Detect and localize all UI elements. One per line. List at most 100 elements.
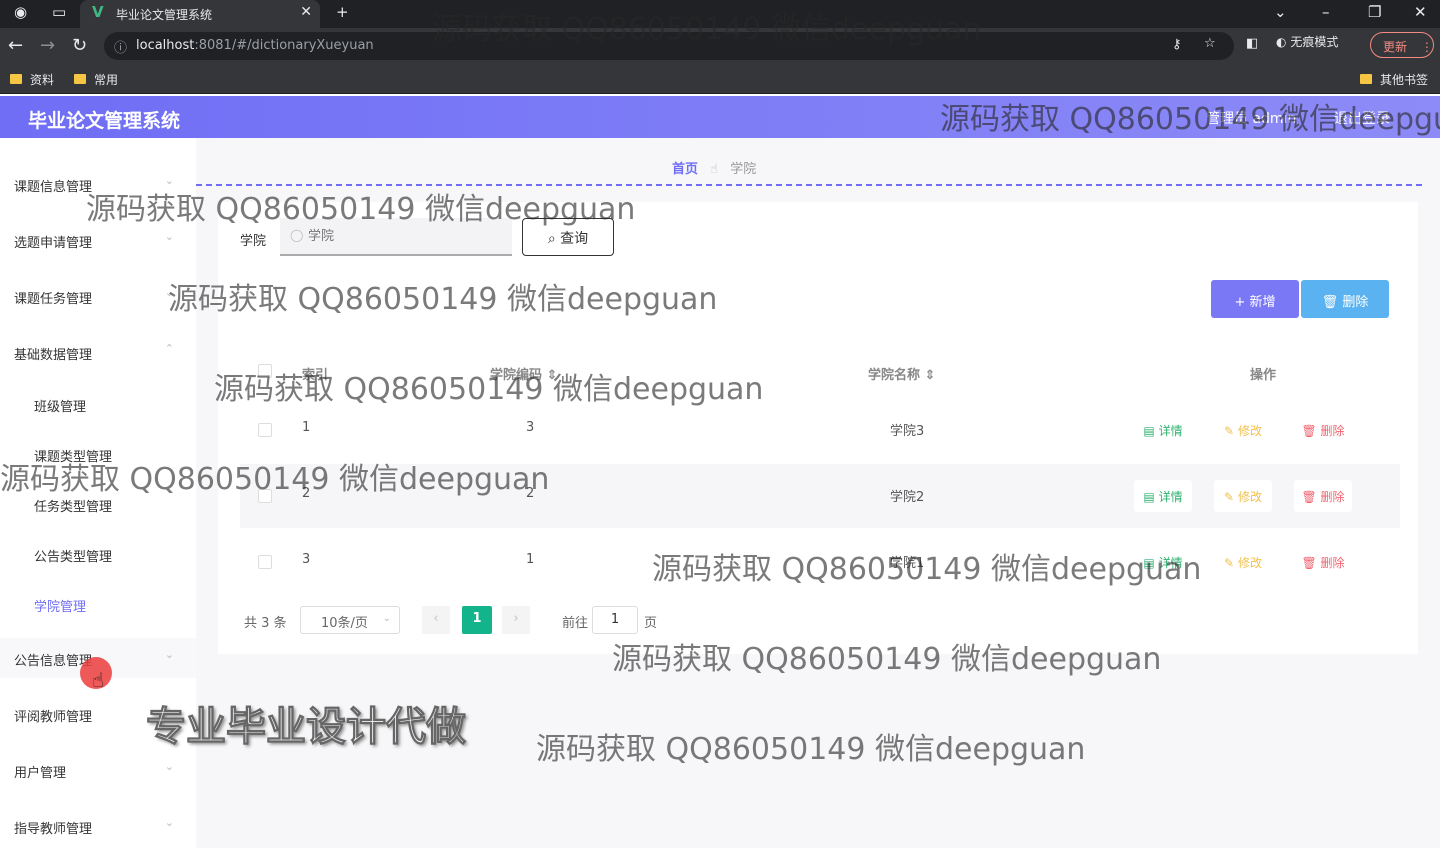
reload-icon[interactable]: ↻ — [72, 35, 87, 56]
incognito-indicator[interactable]: ◐ 无痕模式 — [1276, 33, 1338, 50]
update-label: 更新 — [1383, 40, 1408, 54]
column-header-name[interactable]: 学院名称 ⇕ — [868, 364, 935, 383]
sidebar-item-topic-type[interactable]: 课题类型管理 — [0, 436, 196, 472]
pagination: 共 3 条 10条/页 ⌄ ‹ 1 › 前往 1 页 — [244, 606, 844, 634]
browser-menu-icon[interactable]: ◉ — [14, 3, 27, 21]
menu-label: 公告类型管理 — [34, 550, 113, 565]
current-user: 管理员 admin — [1206, 111, 1297, 127]
menu-topic-task[interactable]: 课题任务管理 ⌄ — [0, 276, 196, 316]
page-number-current[interactable]: 1 — [462, 606, 492, 634]
detail-button[interactable]: ▤ 详情 — [1134, 414, 1192, 446]
window-close-icon[interactable]: ✕ — [1414, 3, 1427, 21]
document-icon: ▤ — [1143, 424, 1155, 438]
sidebar-item-college[interactable]: 学院管理 — [0, 586, 196, 622]
row-checkbox[interactable] — [258, 489, 272, 503]
select-all-checkbox[interactable] — [258, 364, 272, 378]
detail-button[interactable]: ▤ 详情 — [1134, 546, 1192, 578]
menu-base-data[interactable]: 基础数据管理 ⌃ — [0, 332, 196, 372]
edit-button[interactable]: ✎ 修改 — [1214, 414, 1272, 446]
cell-index: 3 — [302, 552, 311, 567]
row-checkbox[interactable] — [258, 423, 272, 437]
app-title: 毕业论文管理系统 — [28, 110, 181, 132]
new-tab-icon[interactable]: + — [336, 3, 349, 21]
chevron-left-icon: ‹ — [433, 611, 439, 626]
action-label: 修改 — [1237, 490, 1262, 504]
cell-name: 学院3 — [890, 424, 925, 439]
sort-icon: ⇕ — [546, 368, 558, 383]
incognito-label: 无痕模式 — [1290, 35, 1339, 49]
minimize-icon[interactable]: – — [1322, 3, 1330, 21]
url-field[interactable]: ⓘ localhost:8081/#/dictionaryXueyuan ⚷ ☆ — [104, 32, 1234, 60]
delete-button[interactable]: 🗑 删除 — [1294, 546, 1352, 578]
url-path: :8081/#/dictionaryXueyuan — [194, 38, 374, 53]
trash-icon: 🗑 — [1301, 490, 1317, 504]
delete-button[interactable]: 🗑 删除 — [1294, 414, 1352, 446]
divider — [196, 184, 1422, 186]
search-label: 学院 — [240, 234, 267, 249]
folder-icon — [1360, 74, 1372, 84]
hand-cursor-icon: ☝ — [92, 668, 105, 692]
forward-icon[interactable]: → — [40, 35, 55, 56]
folder-icon — [10, 74, 22, 84]
column-header-code[interactable]: 学院编码 ⇕ — [490, 364, 557, 383]
goto-page-input[interactable]: 1 — [592, 606, 638, 634]
pencil-icon: ✎ — [1224, 490, 1235, 504]
close-tab-icon[interactable]: ✕ — [300, 4, 312, 20]
add-button[interactable]: + 新增 — [1211, 280, 1299, 318]
app-header: 毕业论文管理系统 管理员 admin 退出登录 — [0, 96, 1440, 138]
menu-topic-application[interactable]: 选题申请管理 ⌄ — [0, 220, 196, 260]
star-icon[interactable]: ☆ — [1204, 36, 1216, 51]
cell-index: 2 — [302, 486, 311, 501]
vue-logo-icon: V — [92, 3, 104, 21]
tab-search-icon[interactable]: ⌄ — [1274, 3, 1287, 21]
chevron-down-icon: ⌄ — [164, 648, 174, 661]
edit-button[interactable]: ✎ 修改 — [1214, 480, 1272, 512]
menu-label: 评阅教师管理 — [14, 710, 93, 725]
detail-button[interactable]: ▤ 详情 — [1134, 480, 1192, 512]
restore-icon[interactable]: ❐ — [1368, 3, 1381, 21]
pencil-icon: ✎ — [1224, 424, 1235, 438]
column-header-index[interactable]: 索引 — [302, 364, 328, 383]
content-card: 学院 ◯ ⌕ 查询 + 新增 🗑 删除 索引 学院编码 ⇕ 学院名称 ⇕ 操作 … — [218, 202, 1418, 654]
hand-icon: ☝ — [710, 162, 719, 177]
batch-delete-button[interactable]: 🗑 删除 — [1301, 280, 1389, 318]
action-label: 删除 — [1320, 556, 1345, 570]
sidebar-item-notice-type[interactable]: 公告类型管理 — [0, 536, 196, 572]
back-icon[interactable]: ← — [8, 35, 23, 56]
next-page-button[interactable]: › — [502, 606, 530, 634]
page-suffix: 页 — [644, 616, 658, 631]
bookmark-label: 其他书签 — [1380, 73, 1429, 87]
tab-overview-icon[interactable]: ▭ — [52, 3, 66, 21]
edit-button[interactable]: ✎ 修改 — [1214, 546, 1272, 578]
row-checkbox[interactable] — [258, 555, 272, 569]
menu-label: 选题申请管理 — [14, 236, 93, 251]
prev-page-button[interactable]: ‹ — [422, 606, 450, 634]
logout-link[interactable]: 退出登录 — [1334, 108, 1390, 128]
site-info-icon[interactable]: ⓘ — [114, 37, 127, 56]
sidebar-item-task-type[interactable]: 任务类型管理 — [0, 486, 196, 522]
breadcrumb-home[interactable]: 首页 — [672, 162, 698, 177]
sidebar-item-class[interactable]: 班级管理 — [0, 386, 196, 422]
delete-button[interactable]: 🗑 删除 — [1294, 480, 1352, 512]
search-input[interactable] — [280, 218, 512, 256]
bookmarks-bar: 资料 常用 其他书签 — [0, 64, 1440, 94]
search-icon: ◯ — [290, 228, 304, 242]
bookmark-folder[interactable]: 常用 — [74, 71, 118, 88]
sort-icon: ⇕ — [924, 368, 936, 383]
action-label: 详情 — [1158, 490, 1183, 504]
page-size-select[interactable]: 10条/页 ⌄ — [300, 606, 400, 634]
goto-label: 前往 — [562, 616, 589, 631]
menu-advisor[interactable]: 指导教师管理 ⌄ — [0, 806, 196, 846]
other-bookmarks[interactable]: 其他书签 — [1360, 71, 1428, 88]
update-button[interactable]: 更新 ⋮ — [1370, 32, 1434, 58]
action-label: 修改 — [1237, 556, 1262, 570]
breadcrumb-current: 学院 — [730, 162, 757, 177]
browser-tab[interactable]: V 毕业论文管理系统 ✕ — [80, 0, 320, 28]
menu-topic-info[interactable]: 课题信息管理 ⌄ — [0, 164, 196, 204]
bookmark-folder[interactable]: 资料 — [10, 71, 54, 88]
query-button[interactable]: ⌕ 查询 — [522, 218, 614, 256]
sidepanel-icon[interactable]: ◧ — [1246, 36, 1258, 51]
menu-label: 指导教师管理 — [14, 822, 93, 837]
key-icon[interactable]: ⚷ — [1172, 37, 1182, 52]
menu-user[interactable]: 用户管理 ⌄ — [0, 750, 196, 790]
